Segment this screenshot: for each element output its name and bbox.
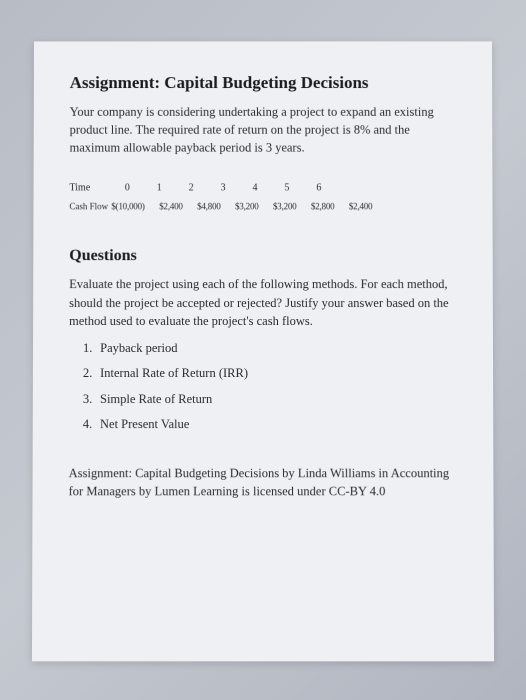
list-item: 3. Simple Rate of Return [83,391,457,409]
time-cell: 2 [175,183,207,194]
question-text: Simple Rate of Return [100,392,212,406]
cash-cell: $2,800 [311,202,349,212]
question-number: 1. [83,340,97,357]
intro-paragraph: Your company is considering undertaking … [70,103,457,157]
questions-heading: Questions [69,248,457,266]
list-item: 1. Payback period [83,340,457,357]
time-cell: 1 [143,183,175,194]
time-cell: 5 [271,183,303,194]
questions-intro: Evaluate the project using each of the f… [69,275,457,329]
list-item: 2. Internal Rate of Return (IRR) [83,365,457,383]
cash-cell: $3,200 [273,202,311,212]
cash-flow-label: Cash Flow [69,202,111,212]
time-row: Time 0 1 2 3 4 5 6 [69,183,456,194]
time-cell: 0 [111,183,143,194]
question-number: 3. [83,391,97,409]
list-item: 4. Net Present Value [83,416,457,434]
time-cell: 3 [207,183,239,194]
time-cell: 6 [303,183,335,194]
question-text: Payback period [100,341,177,355]
questions-list: 1. Payback period 2. Internal Rate of Re… [69,340,457,434]
cash-cell: $4,800 [197,202,235,212]
time-cell: 4 [239,183,271,194]
cash-flow-row: Cash Flow $(10,000) $2,400 $4,800 $3,200… [69,202,456,212]
question-number: 2. [83,365,97,383]
question-number: 4. [83,416,97,434]
page-title: Assignment: Capital Budgeting Decisions [70,73,457,93]
document-page: Assignment: Capital Budgeting Decisions … [32,41,494,661]
cash-cell: $2,400 [159,202,197,212]
cash-cell: $2,400 [349,202,387,212]
question-text: Internal Rate of Return (IRR) [100,366,248,380]
cash-flow-table: Time 0 1 2 3 4 5 6 Cash Flow $(10,000) $… [69,183,456,212]
cash-cell: $3,200 [235,202,273,212]
question-text: Net Present Value [100,417,189,431]
attribution-text: Assignment: Capital Budgeting Decisions … [69,464,458,500]
cash-cell: $(10,000) [111,202,159,212]
time-label: Time [69,183,111,194]
